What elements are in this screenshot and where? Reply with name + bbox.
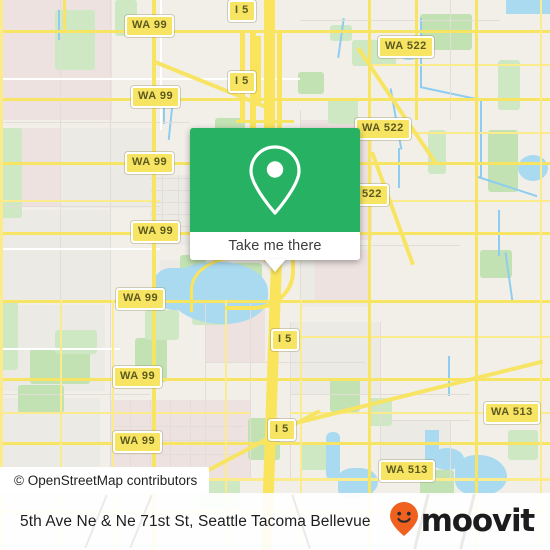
highway-shield: WA 99 <box>116 288 166 310</box>
highway-shield: WA 99 <box>125 152 175 174</box>
major-road <box>0 98 550 101</box>
major-road <box>63 0 66 30</box>
major-road <box>370 151 415 266</box>
water-body <box>518 155 548 181</box>
water-body <box>326 432 340 480</box>
highway-shield: WA 99 <box>113 366 163 388</box>
park-area <box>145 310 179 340</box>
minor-road <box>205 362 365 363</box>
take-me-there-button[interactable]: Take me there <box>190 232 360 260</box>
minor-road <box>0 394 150 395</box>
highway-shield: I 5 <box>271 329 299 351</box>
minor-road <box>300 20 500 21</box>
major-road <box>368 200 550 202</box>
park-area <box>328 98 358 124</box>
map-attribution[interactable]: © OpenStreetMap contributors <box>0 467 210 493</box>
major-road <box>540 0 542 550</box>
take-me-there-label: Take me there <box>228 238 322 254</box>
moovit-smiley-pin-icon <box>389 501 419 542</box>
minor-road <box>110 0 111 480</box>
highway-shield: I 5 <box>228 71 256 93</box>
major-road <box>290 336 550 338</box>
map-pin-icon <box>246 142 304 218</box>
highway-shield: I 5 <box>268 419 296 441</box>
minor-road <box>290 394 470 395</box>
water-body <box>425 430 439 464</box>
park-area <box>498 60 520 110</box>
minor-road <box>450 420 451 480</box>
moovit-wordmark: moovit <box>420 503 536 539</box>
freeway-ramp <box>236 30 294 33</box>
highway-shield: WA 522 <box>355 118 411 140</box>
highway-shield: WA 513 <box>484 402 540 424</box>
minor-road <box>0 206 160 207</box>
minor-road <box>205 300 206 480</box>
moovit-map-screen: I 5 WA 99 WA 522 I 5 WA 99 WA 522 WA 99 522 WA 9… <box>0 0 550 550</box>
stream <box>480 100 482 178</box>
stream <box>398 148 400 188</box>
major-road <box>475 0 478 550</box>
park-area <box>298 72 324 94</box>
highway-shield: WA 99 <box>131 86 181 108</box>
minor-road <box>450 0 451 120</box>
park-area <box>0 128 22 218</box>
major-road <box>0 412 250 414</box>
major-road <box>0 200 160 202</box>
destination-popup-card[interactable]: Take me there <box>190 128 360 272</box>
major-road <box>368 64 550 66</box>
attribution-text: © OpenStreetMap contributors <box>14 472 198 488</box>
highway-shield: WA 513 <box>379 460 435 482</box>
minor-road <box>170 400 171 470</box>
location-title: 5th Ave Ne & Ne 71st St, Seattle Tacoma … <box>20 512 371 530</box>
stream <box>448 356 450 396</box>
minor-road <box>380 420 470 421</box>
moovit-logo[interactable]: moovit <box>389 501 536 542</box>
park-area <box>18 385 64 413</box>
highway-shield: WA 99 <box>125 15 175 37</box>
freeway-ramp <box>256 36 261 106</box>
minor-road <box>190 400 191 470</box>
highway-shield: WA 99 <box>131 221 181 243</box>
minor-road <box>60 0 61 300</box>
minor-road <box>250 300 251 480</box>
major-road <box>368 0 371 550</box>
highway-shield: WA 99 <box>113 431 163 453</box>
card-header <box>190 128 360 232</box>
land-parcel <box>0 210 110 300</box>
major-road <box>415 0 418 120</box>
local-road <box>0 248 160 250</box>
highway-shield: WA 522 <box>378 36 434 58</box>
footer-bar: 5th Ave Ne & Ne 71st St, Seattle Tacoma … <box>0 493 550 550</box>
park-area <box>55 10 95 70</box>
park-area <box>508 430 538 460</box>
water-body <box>506 0 550 14</box>
card-pointer-tail <box>264 259 286 272</box>
freeway-ramp <box>236 120 294 123</box>
highway-shield: 522 <box>355 184 389 206</box>
highway-shield: I 5 <box>228 0 256 22</box>
